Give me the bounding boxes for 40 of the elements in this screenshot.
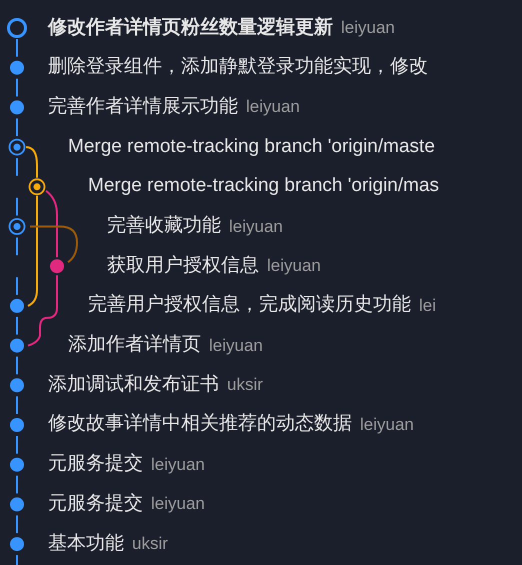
commit-author: uksir: [227, 374, 263, 396]
commit-message: 元服务提交: [48, 492, 143, 516]
branch-line: [16, 356, 18, 374]
commit-message: Merge remote-tracking branch 'origin/mas: [88, 174, 440, 198]
branch-line: [16, 198, 18, 216]
commit-author: leiyuan: [151, 493, 205, 516]
commit-author: leiyuan: [360, 414, 414, 436]
commit-message: 完善用户授权信息，完成阅读历史功能: [88, 292, 411, 318]
commit-message: 修改作者详情页粉丝数量逻辑更新: [48, 16, 333, 40]
commit-message: Merge remote-tracking branch 'origin/maste: [68, 134, 435, 159]
commit-message: 添加作者详情页: [68, 333, 201, 358]
commit-author: uksir: [132, 533, 168, 556]
branch-line: [16, 316, 18, 335]
commit-author: leiyuan: [246, 96, 300, 118]
commit-author: lei: [419, 294, 436, 317]
commit-message: 添加调试和发布证书: [48, 372, 219, 397]
branch-line: [16, 515, 18, 534]
branch-line: [16, 78, 18, 96]
branch-line: [16, 476, 18, 494]
commit-message: 元服务提交: [48, 452, 143, 476]
branch-line: [16, 396, 18, 414]
branch-line: [16, 436, 18, 454]
commit-author: leiyuan: [229, 216, 283, 238]
commit-message: 删除登录组件，添加静默登录功能实现，修改: [48, 55, 428, 80]
branch-line: [26, 146, 38, 178]
branch-line: [16, 158, 18, 176]
branch-line: [16, 39, 18, 57]
commit-message: 修改故事详情中相关推荐的动态数据: [48, 412, 352, 436]
branch-line: [16, 238, 18, 256]
commit-author: leiyuan: [209, 334, 263, 357]
branch-line: [16, 118, 18, 136]
branch-line: [16, 555, 18, 565]
commit-message: 完善收藏功能: [107, 214, 221, 238]
commit-author: leiyuan: [151, 454, 205, 476]
commit-author: leiyuan: [267, 255, 321, 278]
commit-message: 获取用户授权信息: [107, 254, 259, 278]
branch-line: [16, 277, 18, 295]
commit-message: 基本功能: [48, 532, 124, 556]
commit-author: leiyuan: [341, 17, 395, 40]
commit-message: 完善作者详情展示功能: [48, 94, 238, 119]
